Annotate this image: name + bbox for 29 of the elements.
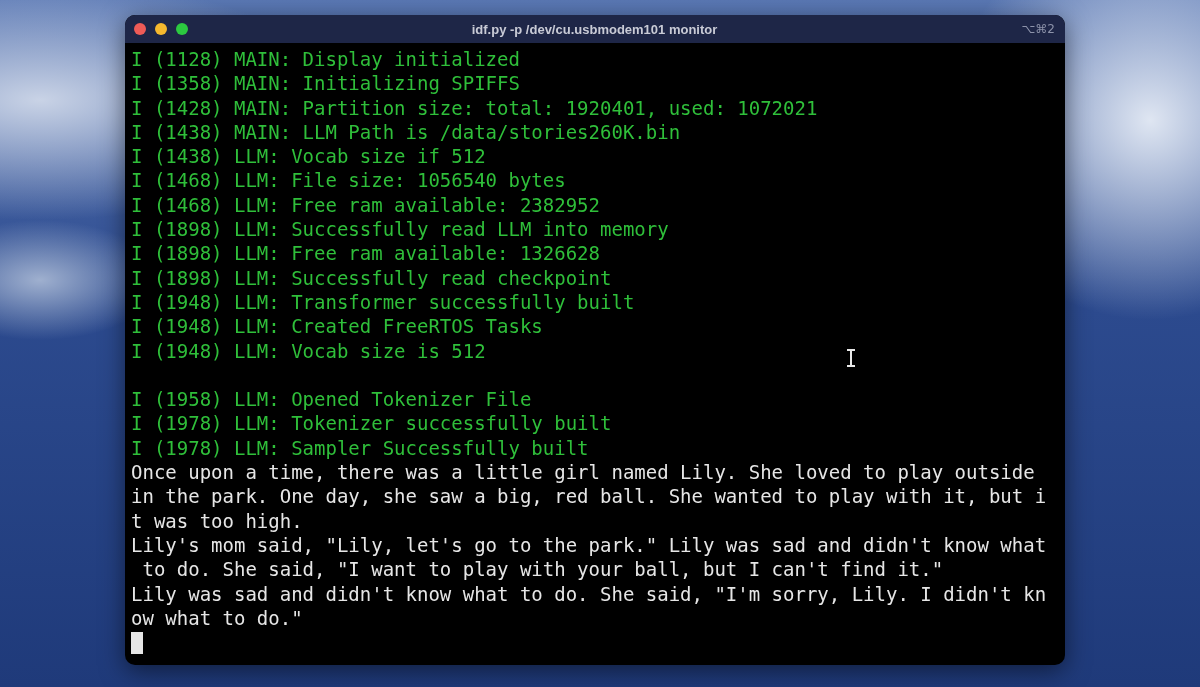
log-line: I (1128) MAIN: Display initialized <box>131 47 520 72</box>
log-line: I (1438) LLM: Vocab size if 512 <box>131 144 486 169</box>
log-line: I (1438) MAIN: LLM Path is /data/stories260K.bin <box>131 119 681 145</box>
log-line: I (1358) MAIN: Initializing SPIFFS <box>131 71 520 96</box>
close-button[interactable] <box>134 23 146 35</box>
log-line: I (1428) MAIN: Partition size: total: 1920401, used: 1072021 <box>131 95 818 120</box>
output-line: Lily was sad and didn't know what to do. She said, "I'm sorry, Lily. I didn't kn <box>131 581 1047 606</box>
output-line: in the park. One day, she saw a big, red ball. She wanted to play with it, but i <box>131 484 1047 509</box>
log-line: I (1948) LLM: Created FreeRTOS Tasks <box>131 314 543 339</box>
window-shortcut: ⌥⌘2 <box>1020 22 1055 36</box>
window-title: idf.py -p /dev/cu.usbmodem101 monitor <box>470 21 719 37</box>
log-line: I (1468) LLM: Free ram available: 2382952 <box>131 192 600 218</box>
output-line: ow what to do." <box>131 605 303 631</box>
minimize-button[interactable] <box>155 23 167 35</box>
log-line: I (1978) LLM: Tokenizer successfully built <box>131 411 612 436</box>
log-line: I (1978) LLM: Sampler Successfully built <box>131 435 589 461</box>
log-line: I (1898) LLM: Free ram available: 1326628 <box>131 241 600 266</box>
zoom-button[interactable] <box>176 23 188 35</box>
output-line: t was too high. <box>131 508 303 533</box>
log-line: I (1958) LLM: Opened Tokenizer File <box>131 387 532 412</box>
ibeam-cursor-icon <box>846 349 856 367</box>
log-line: I (1468) LLM: File size: 1056540 bytes <box>131 168 566 193</box>
output-line: to do. She said, "I want to play with your ball, but I can't find it." <box>141 557 944 582</box>
log-line: I (1948) LLM: Vocab size is 512 <box>131 338 486 363</box>
log-line: I (1898) LLM: Successfully read checkpoint <box>131 265 612 290</box>
log-line: I (1898) LLM: Successfully read LLM into memory <box>131 217 669 242</box>
output-line: Lily's mom said, "Lily, let's go to the park." Lily was sad and didn't know what <box>131 532 1047 558</box>
log-line: I (1948) LLM: Transformer successfully built <box>131 289 635 315</box>
output-line: Once upon a time, there was a little girl named Lily. She loved to play outside <box>131 460 1035 485</box>
